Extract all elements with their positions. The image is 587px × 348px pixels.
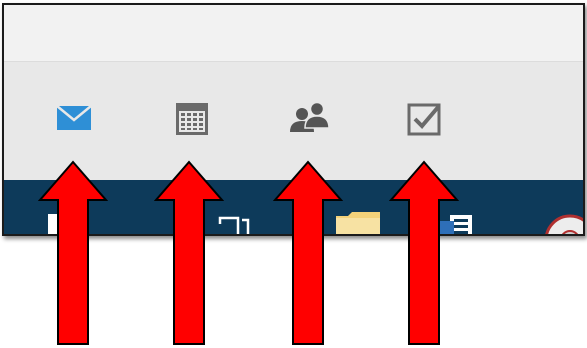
- mail-icon: [56, 105, 92, 130]
- window-top-area: [4, 5, 583, 61]
- nav-tasks-button[interactable]: [404, 98, 446, 140]
- calendar-icon: [176, 103, 208, 135]
- red-arrow-1: [38, 160, 108, 345]
- red-arrow-2: [154, 160, 224, 345]
- tasks-icon: [407, 103, 441, 136]
- annotated-screenshot: [0, 0, 587, 348]
- people-icon: [290, 101, 330, 132]
- chrome-icon[interactable]: [544, 212, 583, 234]
- red-arrow-4: [389, 160, 459, 345]
- nav-calendar-button[interactable]: [172, 98, 214, 140]
- nav-people-button[interactable]: [288, 98, 330, 140]
- red-arrow-3: [273, 160, 343, 345]
- nav-mail-button[interactable]: [54, 98, 96, 140]
